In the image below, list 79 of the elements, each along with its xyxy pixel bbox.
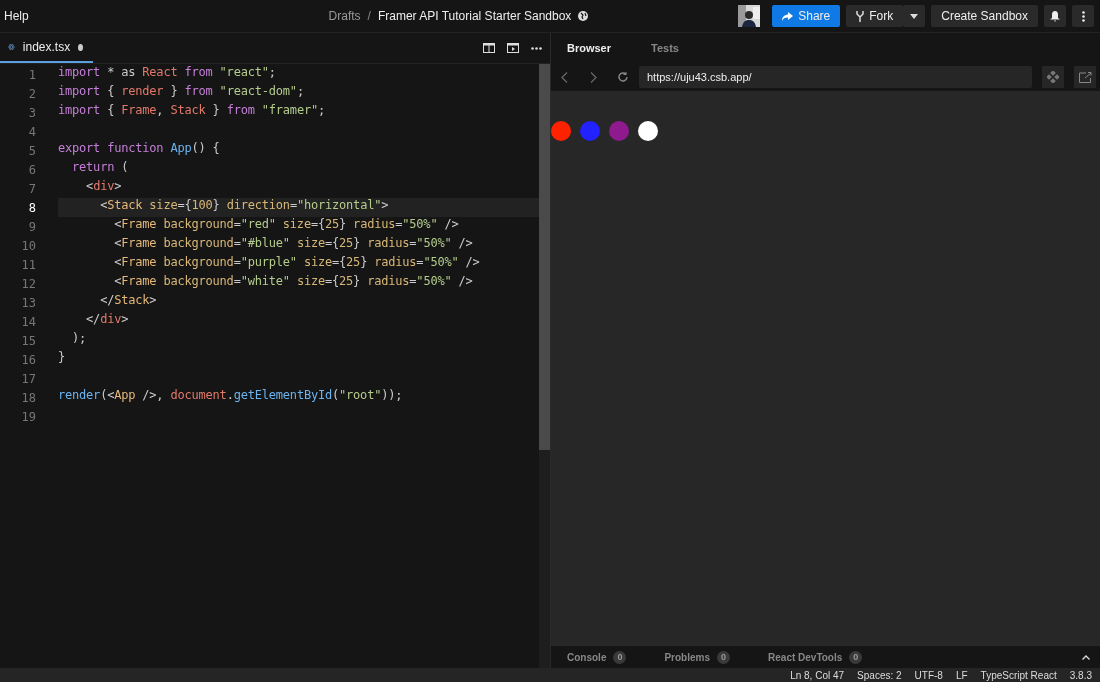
line-number: 4 xyxy=(27,124,36,139)
code-line: <div> xyxy=(85,179,123,195)
line-number: 17 xyxy=(20,371,36,386)
code-line: <Frame background="red" size={25} radius="50%" /> xyxy=(113,217,460,233)
line-number: 16 xyxy=(20,352,36,367)
file-tab[interactable]: index.tsx xyxy=(0,33,93,63)
code-line: </Stack> xyxy=(99,293,158,309)
count-badge: 0 xyxy=(717,650,731,664)
plain-button[interactable]: Create Sandbox xyxy=(931,5,1038,27)
line-number: 9 xyxy=(27,219,36,234)
line-number: 2 xyxy=(27,86,36,101)
code-line: return ( xyxy=(71,160,130,176)
external-link-icon xyxy=(1078,71,1092,83)
code-line: export function App() { xyxy=(58,141,221,157)
breadcrumb-folder[interactable]: Drafts xyxy=(328,9,361,23)
forward-icon[interactable] xyxy=(590,71,597,83)
back-icon[interactable] xyxy=(561,71,568,83)
code-line: import { render } from "react-dom"; xyxy=(58,84,305,100)
line-number: 8 xyxy=(27,200,36,215)
line-number: 13 xyxy=(20,295,36,310)
line-number: 14 xyxy=(20,314,36,329)
code-line: } xyxy=(58,350,67,366)
share-icon xyxy=(782,11,794,21)
line-number: 5 xyxy=(27,143,36,158)
code-line: import * as React from "react"; xyxy=(58,65,277,81)
status-item: LF xyxy=(955,670,968,681)
line-number: 15 xyxy=(20,333,36,348)
more-icon[interactable] xyxy=(531,46,542,50)
more-icon xyxy=(1081,10,1085,22)
share-button[interactable]: Share xyxy=(772,5,841,27)
address-field[interactable]: https://uju43.csb.app/ xyxy=(639,66,1032,88)
line-number: 10 xyxy=(20,238,36,253)
console-tab[interactable]: Problems 0 xyxy=(664,650,731,664)
preview-icon[interactable] xyxy=(507,43,519,53)
code-line: ); xyxy=(71,331,88,347)
scrollbar-thumb[interactable] xyxy=(539,64,550,450)
fork-button[interactable]: Fork xyxy=(846,5,904,27)
console-tab[interactable]: React DevTools 0 xyxy=(768,650,863,664)
line-number: 12 xyxy=(20,276,36,291)
preview-tab[interactable]: Tests xyxy=(651,42,679,54)
code-line: import { Frame, Stack } from "framer"; xyxy=(58,103,326,119)
breadcrumb-separator: / xyxy=(367,9,371,23)
line-number: 1 xyxy=(27,67,36,82)
count-badge: 0 xyxy=(613,650,627,664)
status-item: Ln 8, Col 47 xyxy=(790,670,845,681)
refresh-icon[interactable] xyxy=(617,71,629,83)
console-tab[interactable]: Console 0 xyxy=(567,650,627,664)
help-menu[interactable]: Help xyxy=(4,9,29,23)
chevron-up-icon[interactable] xyxy=(1082,654,1090,660)
fork-menu-button[interactable] xyxy=(903,5,926,27)
code-line: <Frame background="white" size={25} radius="50%" /> xyxy=(113,274,474,290)
line-number: 11 xyxy=(20,257,36,272)
status-item: UTF-8 xyxy=(914,670,943,681)
line-number: 6 xyxy=(27,162,36,177)
code-line: <Frame background="#blue" size={25} radius="50%" /> xyxy=(113,236,474,252)
globe-icon xyxy=(578,11,589,21)
code-line: </div> xyxy=(85,312,130,328)
sandbox-title: Framer API Tutorial Starter Sandbox xyxy=(377,9,572,23)
code-line: <Frame background="purple" size={25} radius="50%" /> xyxy=(113,255,481,271)
split-view-icon[interactable] xyxy=(483,43,495,53)
bell-icon xyxy=(1050,10,1060,22)
line-number: 3 xyxy=(27,105,36,120)
status-item: TypeScript React xyxy=(980,670,1057,681)
status-item: Spaces: 2 xyxy=(857,670,902,681)
notifications-button[interactable] xyxy=(1044,5,1066,27)
caret-icon xyxy=(910,13,919,19)
line-number: 18 xyxy=(20,390,36,405)
more-button[interactable] xyxy=(1072,5,1094,27)
fork-icon xyxy=(856,10,865,22)
react-icon xyxy=(8,42,15,52)
devtools-button[interactable] xyxy=(1042,66,1064,88)
diamond-grid-icon xyxy=(1047,71,1059,83)
line-number: 7 xyxy=(27,181,36,196)
open-external-button[interactable] xyxy=(1074,66,1096,88)
count-badge: 0 xyxy=(849,650,863,664)
preview-tab[interactable]: Browser xyxy=(567,42,612,54)
status-item: 3.8.3 xyxy=(1069,670,1092,681)
line-number: 19 xyxy=(20,409,36,424)
code-line: render(<App />, document.getElementById("root")); xyxy=(58,388,404,404)
